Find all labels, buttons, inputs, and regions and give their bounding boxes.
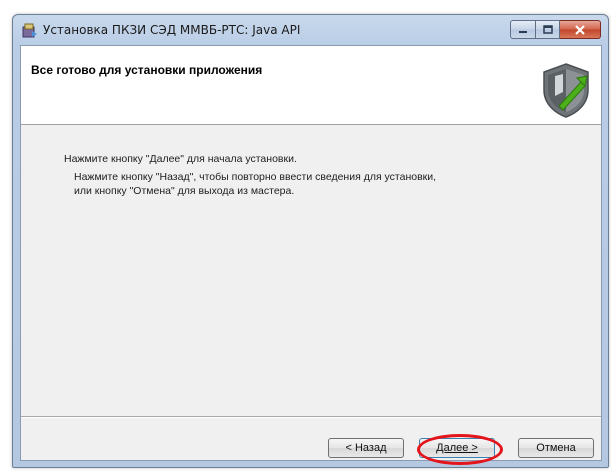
wizard-client-area: Все готово для установки приложения Нажм… [20, 45, 602, 465]
instruction-line-1: Нажмите кнопку "Далее" для начала устано… [64, 153, 297, 165]
instruction-line-3: или кнопку "Отмена" для выхода из мастер… [74, 185, 295, 197]
minimize-button[interactable] [510, 20, 536, 39]
close-icon [575, 24, 585, 35]
close-button[interactable] [560, 20, 601, 39]
window-title: Установка ПКЗИ СЭД ММВБ-РТС: Java API [43, 23, 301, 37]
back-button-label: < Назад [345, 442, 387, 454]
next-button[interactable]: Далее > [419, 438, 495, 458]
caption-buttons [510, 20, 601, 39]
wizard-header-banner: Все готово для установки приложения [21, 46, 601, 125]
installer-window: Установка ПКЗИ СЭД ММВБ-РТС: Java API Вс… [12, 14, 609, 468]
back-button[interactable]: < Назад [328, 438, 404, 458]
page-title: Все готово для установки приложения [31, 63, 263, 77]
instruction-line-2: Нажмите кнопку "Назад", чтобы повторно в… [74, 171, 437, 183]
cancel-button[interactable]: Отмена [518, 438, 594, 458]
cancel-button-label: Отмена [536, 442, 576, 454]
shield-icon [543, 63, 589, 118]
maximize-icon [542, 25, 553, 34]
next-button-label: Далее > [436, 442, 478, 454]
title-bar[interactable]: Установка ПКЗИ СЭД ММВБ-РТС: Java API [13, 15, 608, 45]
minimize-icon [519, 30, 527, 33]
maximize-button[interactable] [536, 20, 560, 39]
installer-app-icon [22, 23, 37, 38]
footer-separator [21, 416, 601, 418]
